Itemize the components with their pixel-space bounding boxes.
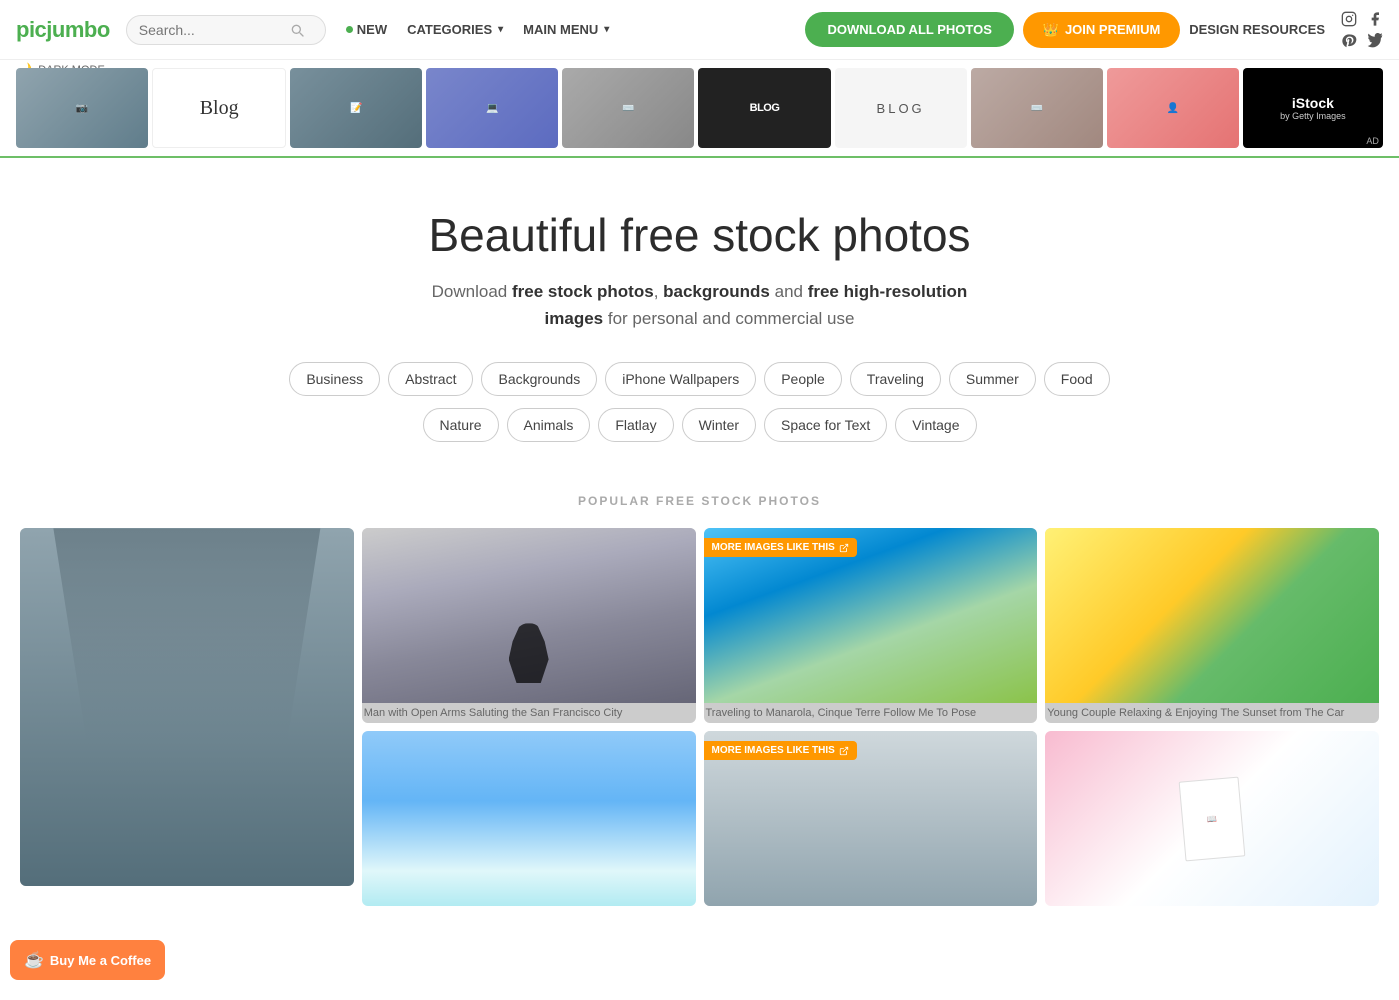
photo-card-6[interactable]: MORE IMAGES LIKE THIS	[704, 731, 1038, 906]
more-images-badge-2[interactable]: MORE IMAGES LIKE THIS	[704, 538, 857, 557]
photo-card-4[interactable]: Young Couple Relaxing & Enjoying The Sun…	[1045, 528, 1379, 723]
istock-sub: by Getty Images	[1280, 111, 1346, 121]
thumb-2[interactable]: Blog	[152, 68, 286, 148]
thumb-7[interactable]: BLOG	[835, 68, 967, 148]
category-traveling[interactable]: Traveling	[850, 362, 941, 396]
category-flatlay[interactable]: Flatlay	[598, 408, 673, 442]
photo-grid: Man with Open Arms Saluting the San Fran…	[20, 528, 1379, 906]
hero-section: Beautiful free stock photos Download fre…	[0, 158, 1399, 484]
popular-section: POPULAR FREE STOCK PHOTOS Man with Open …	[0, 484, 1399, 926]
category-business[interactable]: Business	[289, 362, 380, 396]
photo-card-7[interactable]: 📖	[1045, 731, 1379, 906]
category-backgrounds[interactable]: Backgrounds	[481, 362, 597, 396]
pinterest-icon[interactable]	[1341, 33, 1357, 49]
thumb-3[interactable]: 📝	[290, 68, 422, 148]
thumb-5[interactable]: ⌨️	[562, 68, 694, 148]
facebook-icon[interactable]	[1367, 11, 1383, 27]
download-all-button[interactable]: DOWNLOAD ALL PHOTOS	[805, 12, 1013, 47]
crown-icon: 👑	[1043, 22, 1059, 38]
nav-main-menu[interactable]: MAIN MENU ▾	[523, 22, 609, 37]
category-space-for-text[interactable]: Space for Text	[764, 408, 887, 442]
external-link-icon-2	[839, 746, 849, 756]
more-images-text: MORE IMAGES LIKE THIS	[712, 542, 835, 553]
ad-badge: AD	[1366, 136, 1379, 146]
category-vintage[interactable]: Vintage	[895, 408, 976, 442]
more-images-text-6: MORE IMAGES LIKE THIS	[712, 745, 835, 756]
hero-title: Beautiful free stock photos	[20, 208, 1379, 262]
photo-card-2[interactable]: MORE IMAGES LIKE THIS Traveling to Manar…	[704, 528, 1038, 723]
photo-2-title: Traveling to Manarola, Cinque Terre Foll…	[704, 703, 1038, 723]
nav-categories[interactable]: CATEGORIES ▾	[407, 22, 503, 37]
category-tags-row1: Business Abstract Backgrounds iPhone Wal…	[20, 362, 1379, 396]
category-iphone-wallpapers[interactable]: iPhone Wallpapers	[605, 362, 756, 396]
thumb-1[interactable]: 📷	[16, 68, 148, 148]
nav-links: NEW CATEGORIES ▾ MAIN MENU ▾	[346, 22, 806, 37]
twitter-icon[interactable]	[1367, 33, 1383, 49]
istock-ad[interactable]: iStock by Getty Images AD	[1243, 68, 1383, 148]
thumbnail-strip: 📷 Blog 📝 💻 ⌨️ BLOG BLOG ⌨️ 👤 iStock by G…	[0, 60, 1399, 158]
buy-me-coffee-button[interactable]: ☕ Buy Me a Coffee	[10, 940, 165, 980]
photo-card-3[interactable]	[20, 528, 354, 886]
hero-description: Download free stock photos, backgrounds …	[420, 278, 980, 332]
join-premium-button[interactable]: 👑 JOIN PREMIUM	[1023, 12, 1181, 48]
thumb-6[interactable]: BLOG	[698, 68, 830, 148]
istock-logo: iStock	[1292, 95, 1334, 111]
thumb-4[interactable]: 💻	[426, 68, 558, 148]
category-tags-row2: Nature Animals Flatlay Winter Space for …	[20, 408, 1379, 442]
photo-4-title: Young Couple Relaxing & Enjoying The Sun…	[1045, 703, 1379, 723]
external-link-icon	[839, 543, 849, 553]
photo-card-5[interactable]	[362, 731, 696, 906]
search-icon	[289, 22, 305, 38]
coffee-icon: ☕	[24, 950, 44, 970]
photo-card-1[interactable]: Man with Open Arms Saluting the San Fran…	[362, 528, 696, 723]
design-resources-link[interactable]: DESIGN RESOURCES	[1189, 22, 1325, 37]
instagram-icon[interactable]	[1341, 11, 1357, 27]
category-food[interactable]: Food	[1044, 362, 1110, 396]
chevron-down-icon: ▾	[604, 24, 609, 35]
logo[interactable]: picjumbo	[16, 17, 110, 43]
category-people[interactable]: People	[764, 362, 842, 396]
nav-new[interactable]: NEW	[346, 22, 387, 37]
social-icons	[1341, 11, 1383, 49]
popular-title: POPULAR FREE STOCK PHOTOS	[20, 494, 1379, 508]
category-nature[interactable]: Nature	[423, 408, 499, 442]
category-summer[interactable]: Summer	[949, 362, 1036, 396]
thumb-9[interactable]: 👤	[1107, 68, 1239, 148]
thumb-8[interactable]: ⌨️	[971, 68, 1103, 148]
search-input[interactable]	[139, 22, 289, 38]
new-dot	[346, 26, 353, 33]
category-abstract[interactable]: Abstract	[388, 362, 473, 396]
navbar: picjumbo NEW CATEGORIES ▾ MAIN MENU ▾ DO…	[0, 0, 1399, 60]
category-animals[interactable]: Animals	[507, 408, 591, 442]
more-images-badge-6[interactable]: MORE IMAGES LIKE THIS	[704, 741, 857, 760]
search-box[interactable]	[126, 15, 326, 45]
chevron-down-icon: ▾	[498, 24, 503, 35]
photo-1-title: Man with Open Arms Saluting the San Fran…	[362, 703, 696, 723]
category-winter[interactable]: Winter	[682, 408, 756, 442]
